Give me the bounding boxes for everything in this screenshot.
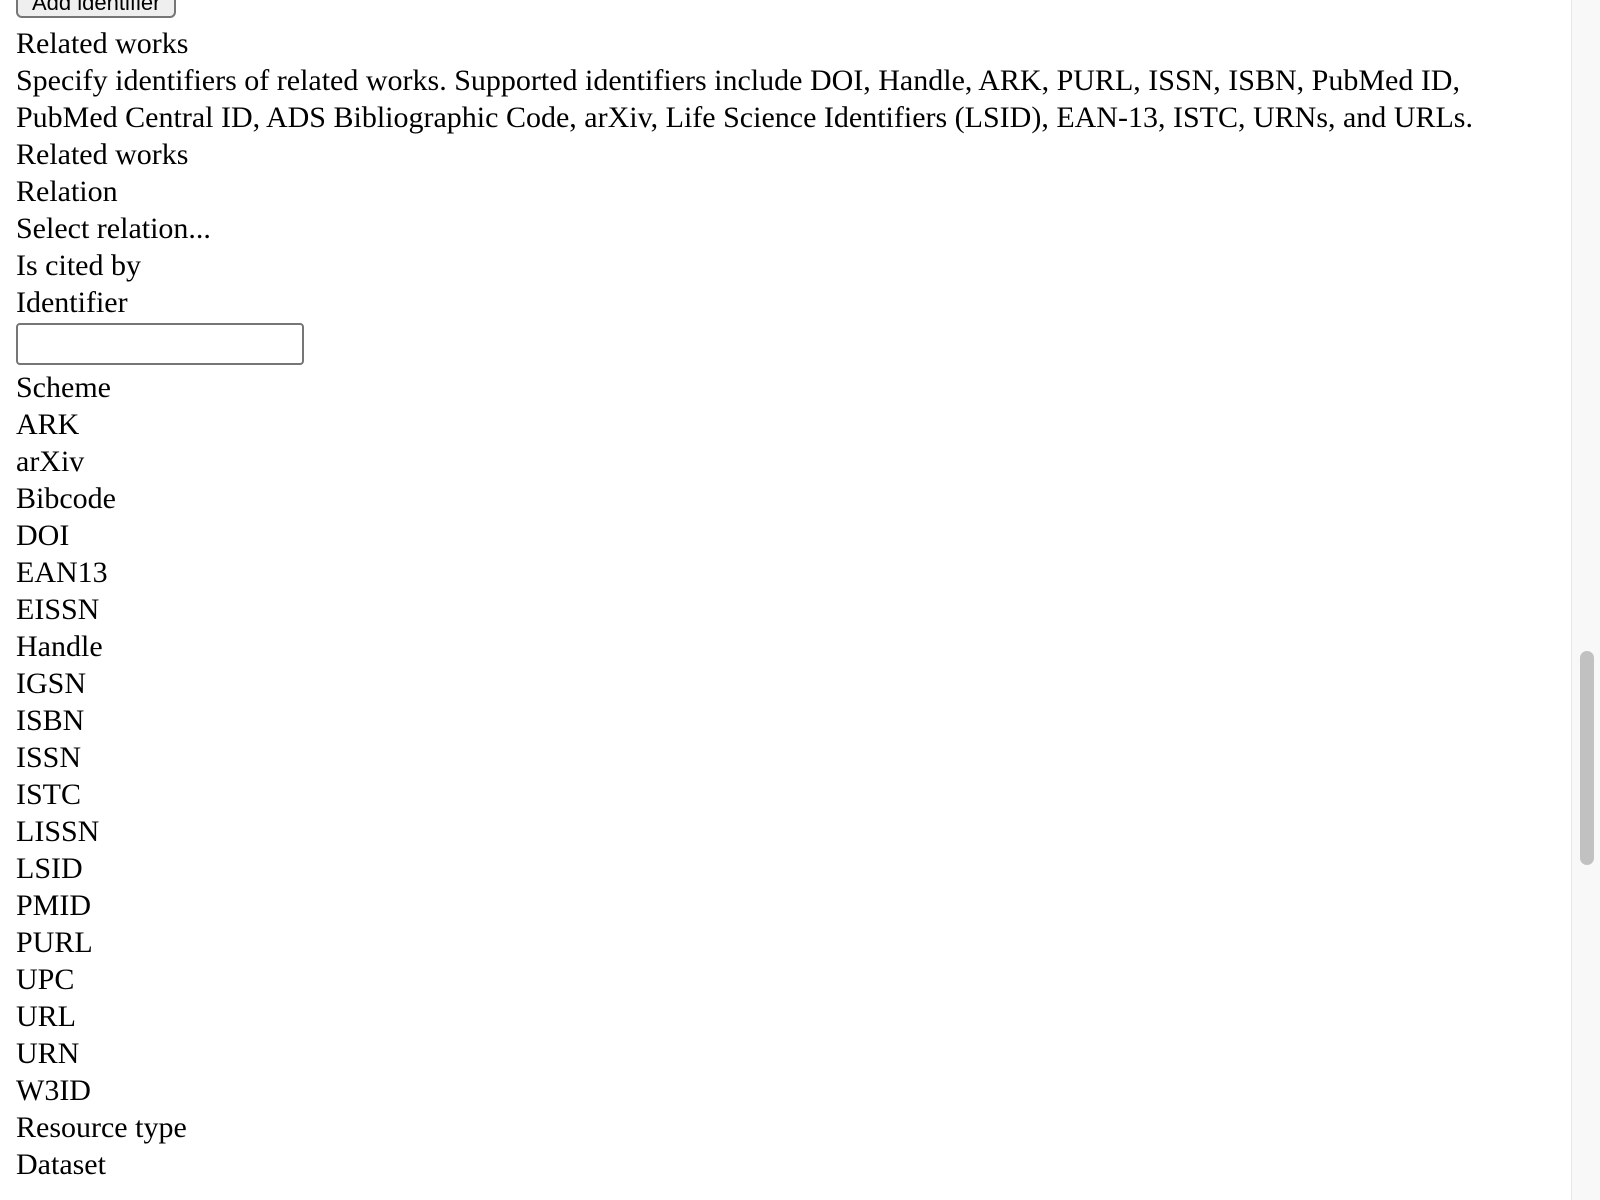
resource-type-options: Dataset — [16, 1146, 1536, 1183]
resource-type-label: Resource type — [16, 1111, 187, 1144]
related-works-label: Related works — [16, 138, 189, 171]
related-works-heading: Related works — [16, 27, 189, 60]
scheme-options: ARK arXiv Bibcode DOI EAN13 EISSN Handle… — [16, 406, 1536, 1109]
add-identifier-button[interactable]: Add identifier — [16, 0, 177, 18]
identifier-label: Identifier — [16, 286, 128, 319]
scheme-option-urn[interactable]: URN — [16, 1035, 1536, 1072]
identifier-input[interactable] — [16, 323, 304, 365]
scheme-option-ean13[interactable]: EAN13 — [16, 554, 1536, 591]
resource-type-option-dataset[interactable]: Dataset — [16, 1146, 1536, 1183]
scheme-option-upc[interactable]: UPC — [16, 961, 1536, 998]
scheme-label: Scheme — [16, 371, 111, 404]
scheme-option-issn[interactable]: ISSN — [16, 739, 1536, 776]
scheme-option-arxiv[interactable]: arXiv — [16, 443, 1536, 480]
scheme-option-lissn[interactable]: LISSN — [16, 813, 1536, 850]
relation-option-is-cited-by[interactable]: Is cited by — [16, 247, 1536, 284]
scheme-option-doi[interactable]: DOI — [16, 517, 1536, 554]
scheme-option-handle[interactable]: Handle — [16, 628, 1536, 665]
scheme-option-url[interactable]: URL — [16, 998, 1536, 1035]
scheme-option-igsn[interactable]: IGSN — [16, 665, 1536, 702]
scheme-option-bibcode[interactable]: Bibcode — [16, 480, 1536, 517]
scheme-option-w3id[interactable]: W3ID — [16, 1072, 1536, 1109]
relation-label: Relation — [16, 175, 118, 208]
vertical-scrollbar[interactable] — [1571, 0, 1600, 1200]
scheme-option-purl[interactable]: PURL — [16, 924, 1536, 961]
related-works-description: Specify identifiers of related works. Su… — [16, 64, 1473, 134]
scheme-option-istc[interactable]: ISTC — [16, 776, 1536, 813]
related-works-form: Add identifier Related works Specify ide… — [16, 0, 1536, 1183]
scheme-option-isbn[interactable]: ISBN — [16, 702, 1536, 739]
scheme-option-pmid[interactable]: PMID — [16, 887, 1536, 924]
scheme-option-lsid[interactable]: LSID — [16, 850, 1536, 887]
scheme-option-ark[interactable]: ARK — [16, 406, 1536, 443]
relation-options: Select relation... Is cited by — [16, 210, 1536, 284]
relation-option-placeholder[interactable]: Select relation... — [16, 210, 1536, 247]
scrollbar-thumb[interactable] — [1580, 651, 1594, 865]
scheme-option-eissn[interactable]: EISSN — [16, 591, 1536, 628]
